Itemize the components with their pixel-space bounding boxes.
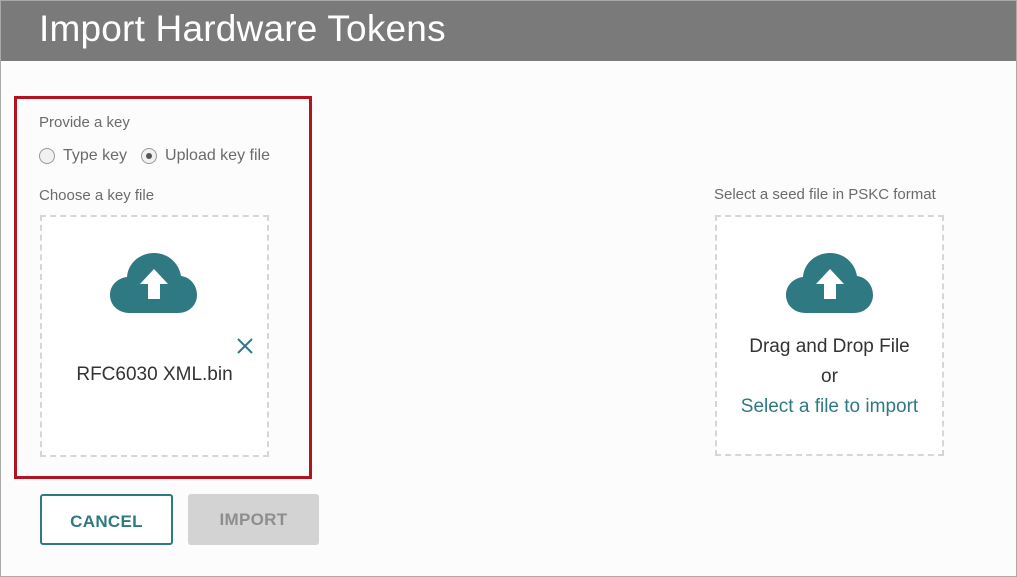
radio-upload-key-file[interactable]: Upload key file bbox=[141, 147, 270, 165]
key-file-dropzone[interactable]: RFC6030 XML.bin bbox=[40, 215, 269, 457]
seed-file-dropzone[interactable]: Drag and Drop File or Select a file to i… bbox=[715, 215, 944, 456]
radio-type-key[interactable]: Type key bbox=[39, 147, 127, 165]
dialog-header: Import Hardware Tokens bbox=[1, 1, 1016, 61]
key-type-radio-group: Type key Upload key file bbox=[39, 145, 284, 167]
seed-file-label: Select a seed file in PSKC format bbox=[714, 186, 936, 203]
import-button[interactable]: IMPORT bbox=[188, 494, 319, 545]
import-dialog: Import Hardware Tokens Provide a key Typ… bbox=[0, 0, 1017, 577]
choose-key-file-label: Choose a key file bbox=[39, 187, 155, 204]
or-text: or bbox=[821, 366, 838, 387]
cloud-upload-icon bbox=[786, 253, 873, 313]
radio-type-key-label: Type key bbox=[63, 147, 128, 164]
dialog-title: Import Hardware Tokens bbox=[39, 8, 446, 49]
radio-button-unchecked[interactable] bbox=[39, 148, 55, 164]
radio-button-checked[interactable] bbox=[141, 148, 158, 164]
close-icon[interactable] bbox=[236, 337, 254, 355]
select-file-link[interactable]: Select a file to import bbox=[717, 396, 942, 418]
drag-drop-text: Drag and Drop File bbox=[749, 336, 910, 357]
cloud-upload-icon bbox=[110, 253, 197, 313]
radio-upload-key-file-label: Upload key file bbox=[165, 147, 270, 164]
cancel-button[interactable]: CANCEL bbox=[40, 494, 173, 545]
provide-key-label: Provide a key bbox=[39, 114, 130, 131]
key-file-name: RFC6030 XML.bin bbox=[76, 364, 233, 385]
